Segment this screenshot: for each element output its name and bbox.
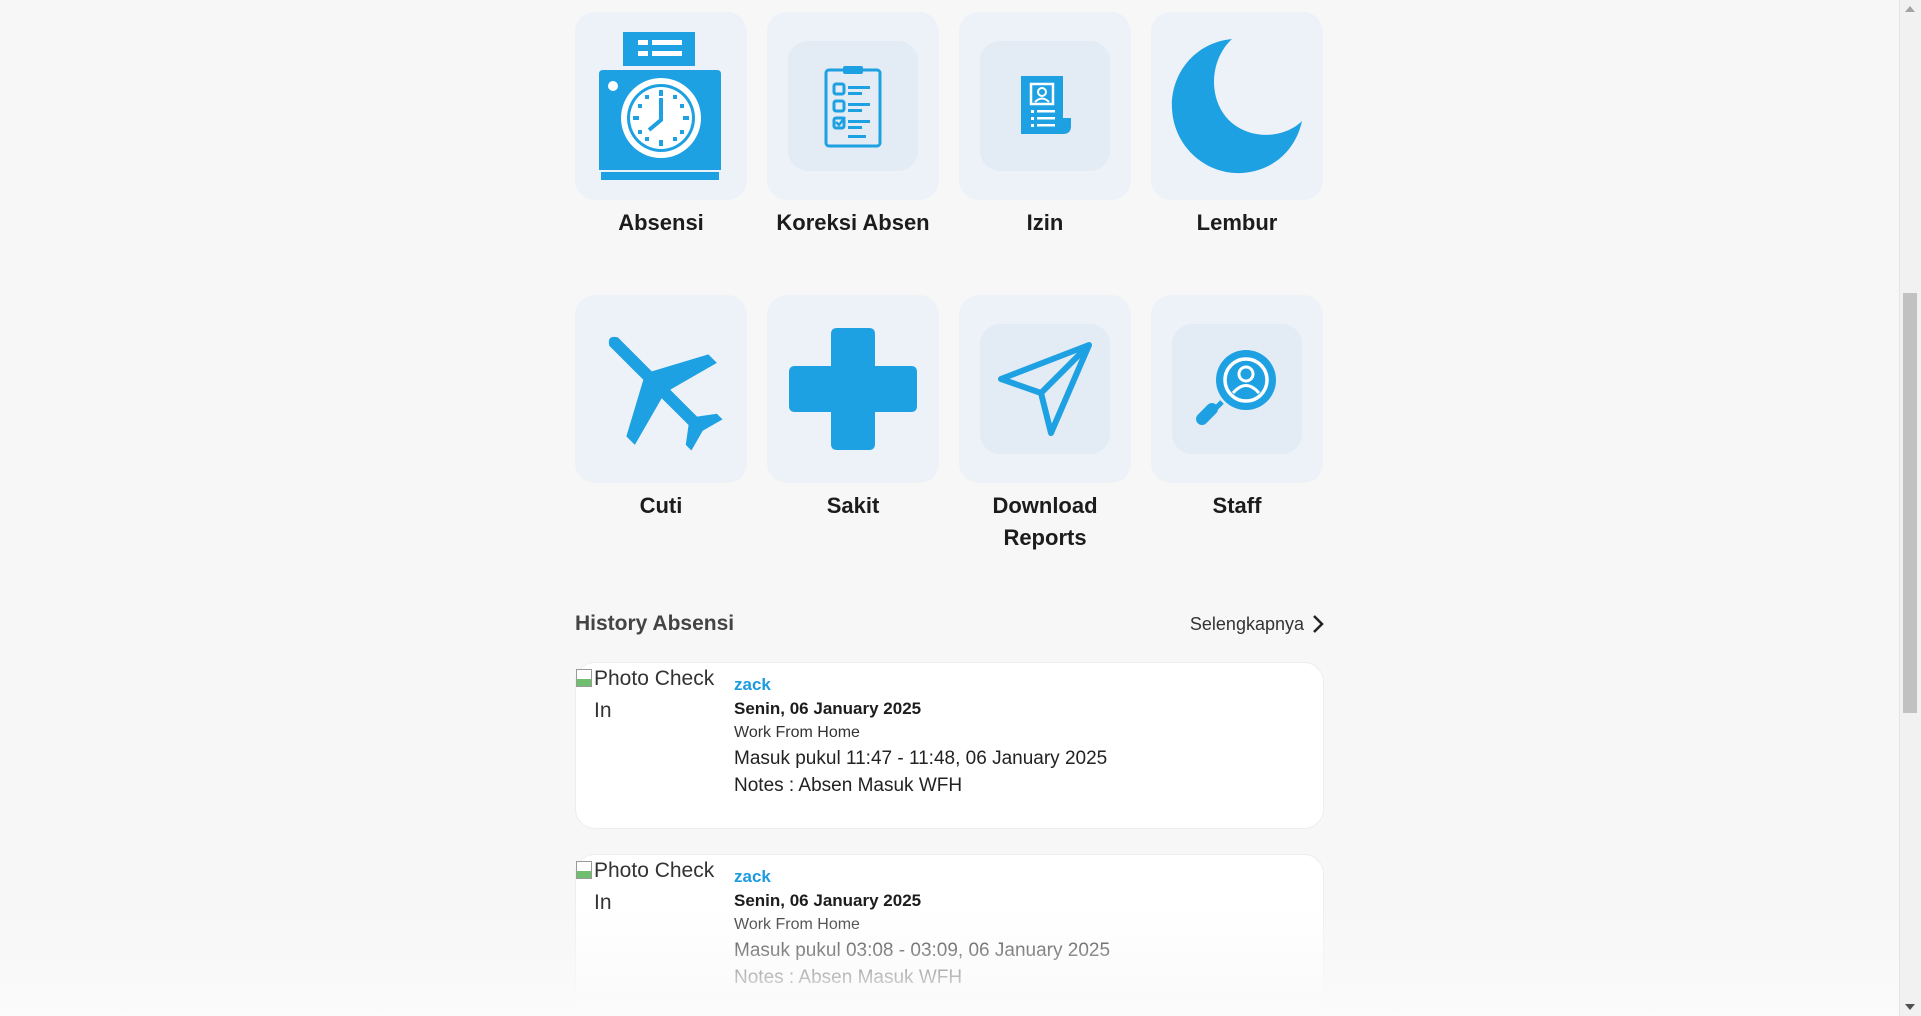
record-type: Work From Home xyxy=(734,916,860,933)
record-notes: Notes : Absen Masuk WFH xyxy=(734,775,963,796)
photo-alt-text: Photo Check In xyxy=(594,859,715,914)
scroll-down-icon[interactable] xyxy=(1905,1004,1915,1010)
menu-grid: Absensi Koreksi Absen Izin Lembur Cuti S… xyxy=(575,12,1324,554)
menu-tile xyxy=(1151,295,1323,483)
menu-tile xyxy=(959,295,1131,483)
photo-check-in: Photo Check In xyxy=(576,663,716,727)
vertical-scrollbar[interactable] xyxy=(1899,0,1921,1016)
menu-tile xyxy=(959,12,1131,200)
time-clock-icon xyxy=(599,32,721,180)
menu-item-koreksi-absen[interactable]: Koreksi Absen xyxy=(767,12,939,239)
menu-tile xyxy=(575,12,747,200)
paper-plane-icon xyxy=(998,342,1092,436)
see-more-label: Selengkapnya xyxy=(1189,613,1304,634)
record-user[interactable]: zack xyxy=(734,865,1110,889)
record-date: Senin, 06 January 2025 xyxy=(734,699,922,718)
menu-tile xyxy=(767,12,939,200)
menu-label: Cuti xyxy=(639,493,683,518)
menu-label: Staff xyxy=(1212,493,1262,518)
photo-alt-text: Photo Check In xyxy=(594,667,715,722)
record-type: Work From Home xyxy=(734,724,860,741)
photo-check-in: Photo Check In xyxy=(576,855,716,919)
scroll-up-icon[interactable] xyxy=(1905,6,1915,12)
menu-item-lembur[interactable]: Lembur xyxy=(1151,12,1323,239)
airplane-icon xyxy=(608,336,723,451)
medical-cross-icon xyxy=(789,328,917,450)
record-user[interactable]: zack xyxy=(734,673,1107,697)
menu-label: Lembur xyxy=(1196,210,1278,235)
chevron-right-icon xyxy=(1313,615,1324,633)
record-body: zack Senin, 06 January 2025 Work From Ho… xyxy=(734,865,1110,991)
menu-label: Sakit xyxy=(826,493,880,518)
menu-label: Koreksi Absen xyxy=(776,210,930,235)
record-time: Masuk pukul 11:47 - 11:48, 06 January 20… xyxy=(734,748,1108,769)
main-content: Absensi Koreksi Absen Izin Lembur Cuti S… xyxy=(575,12,1324,1016)
clipboard-checklist-icon xyxy=(824,66,882,148)
menu-tile xyxy=(767,295,939,483)
history-record[interactable]: Photo Check In zack Senin, 06 January 20… xyxy=(575,662,1324,829)
menu-item-izin[interactable]: Izin xyxy=(959,12,1131,239)
record-notes: Notes : Absen Masuk WFH xyxy=(734,967,963,988)
menu-item-cuti[interactable]: Cuti xyxy=(575,295,747,554)
menu-item-absensi[interactable]: Absensi xyxy=(575,12,747,239)
broken-image-icon xyxy=(576,861,592,879)
scrollbar-thumb[interactable] xyxy=(1903,293,1917,713)
moon-icon xyxy=(1171,39,1302,174)
page-viewport: Absensi Koreksi Absen Izin Lembur Cuti S… xyxy=(0,0,1900,1016)
record-body: zack Senin, 06 January 2025 Work From Ho… xyxy=(734,673,1107,799)
menu-label: Download Reports xyxy=(992,493,1098,550)
history-header: History Absensi Selengkapnya xyxy=(575,604,1324,644)
menu-label: Absensi xyxy=(618,210,704,235)
menu-tile xyxy=(1151,12,1323,200)
see-more-link[interactable]: Selengkapnya xyxy=(1190,614,1324,635)
menu-item-sakit[interactable]: Sakit xyxy=(767,295,939,554)
broken-image-icon xyxy=(576,669,592,687)
record-date: Senin, 06 January 2025 xyxy=(734,891,922,910)
history-title: History Absensi xyxy=(575,612,735,635)
record-time: Masuk pukul 03:08 - 03:09, 06 January 20… xyxy=(734,940,1111,961)
user-search-icon xyxy=(1196,350,1276,425)
menu-item-staff[interactable]: Staff xyxy=(1151,295,1323,554)
permit-document-icon xyxy=(1021,76,1071,134)
history-record[interactable]: Photo Check In zack Senin, 06 January 20… xyxy=(575,854,1324,1016)
menu-label: Izin xyxy=(1026,210,1064,235)
menu-item-download-reports[interactable]: Download Reports xyxy=(959,295,1131,554)
menu-tile xyxy=(575,295,747,483)
